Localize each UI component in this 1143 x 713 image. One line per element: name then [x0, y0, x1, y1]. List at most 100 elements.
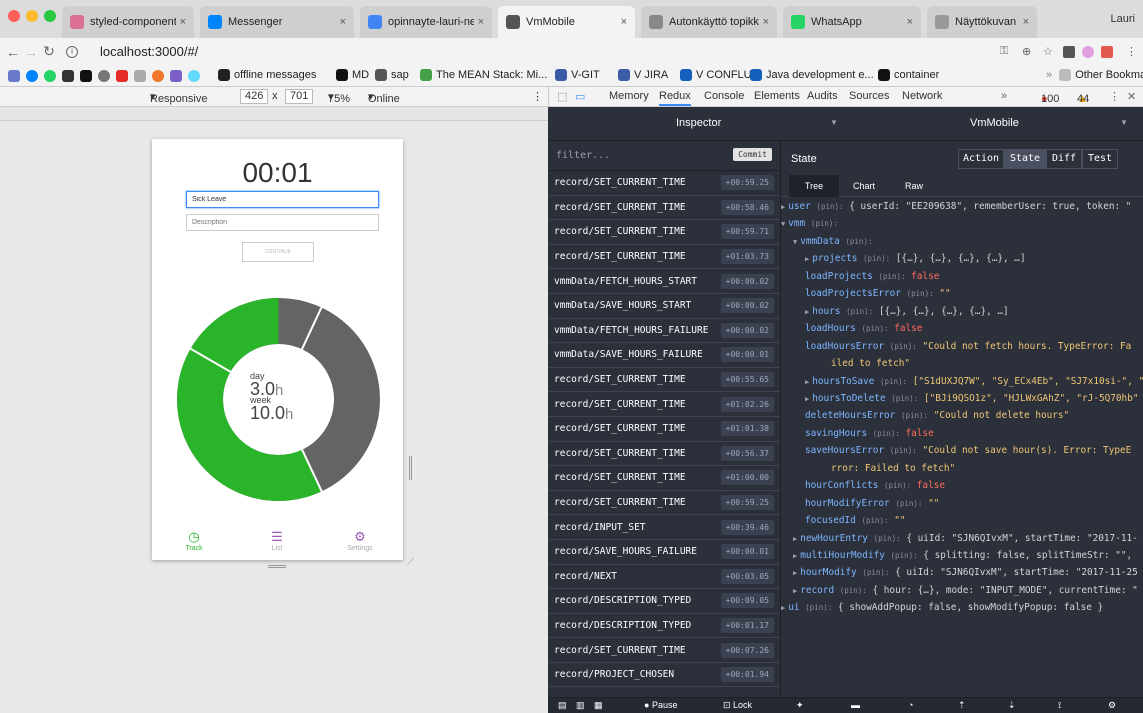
- tree-node[interactable]: ▶ newHourEntry (pin): { uiId: "SJN6QIvxM"…: [793, 533, 1138, 550]
- tree-node[interactable]: ▶ record (pin): { hour: {…}, mode: "INPUT…: [793, 585, 1138, 602]
- pin-label[interactable]: (pin):: [884, 481, 911, 490]
- bookmark-item[interactable]: sap: [375, 69, 409, 82]
- bookmark-item[interactable]: offline messages: [218, 69, 316, 82]
- resize-corner-icon[interactable]: ⟋: [407, 557, 414, 568]
- commit-button[interactable]: Commit: [733, 148, 772, 161]
- messenger-icon[interactable]: [26, 70, 38, 82]
- extension-icon-3[interactable]: [1101, 45, 1113, 58]
- devtools-tab[interactable]: Redux: [659, 90, 691, 106]
- pin-label[interactable]: (pin):: [880, 377, 907, 386]
- browser-tab[interactable]: Messenger ×: [200, 6, 354, 38]
- remote-icon[interactable]: ⟟: [1058, 700, 1061, 711]
- devtools-tab[interactable]: Elements: [754, 90, 800, 102]
- inspector-icon[interactable]: ▥: [576, 700, 585, 711]
- bookmark-item[interactable]: The MEAN Stack: Mi...: [420, 69, 547, 82]
- action-row[interactable]: record/INPUT_SET +00:39.46: [548, 515, 780, 540]
- devtools-tab[interactable]: Network: [902, 90, 942, 102]
- bookmark-item[interactable]: MD: [336, 69, 369, 82]
- other-bookmarks[interactable]: » Other Bookmarks: [1046, 69, 1143, 82]
- tree-node[interactable]: ▶ hoursToSave (pin): ["S1dUXJQ7W", "Sy_EC…: [805, 376, 1143, 393]
- info-icon[interactable]: i: [66, 45, 78, 58]
- action-row[interactable]: record/NEXT +00:03.05: [548, 565, 780, 590]
- collapsed-arrow-icon[interactable]: ▶: [793, 587, 797, 595]
- action-row[interactable]: record/SET_CURRENT_TIME +01:03.73: [548, 245, 780, 270]
- action-row[interactable]: record/DESCRIPTION_TYPED +00:01.17: [548, 614, 780, 639]
- bookmark-item[interactable]: V JIRA: [618, 69, 668, 82]
- action-row[interactable]: record/SAVE_HOURS_FAILURE +00:00.01: [548, 540, 780, 565]
- zoom-icon[interactable]: ⊕: [1022, 45, 1031, 58]
- tab-test[interactable]: Test: [1082, 149, 1118, 169]
- tree-node[interactable]: ▼ vmmData (pin):: [793, 236, 872, 253]
- settings-icon[interactable]: ⚙: [1108, 700, 1116, 711]
- action-row[interactable]: record/SET_CURRENT_TIME +00:59.71: [548, 220, 780, 245]
- pin-label[interactable]: (pin):: [907, 289, 934, 298]
- nav-settings[interactable]: ⚙ Settings: [335, 529, 385, 552]
- more-tabs-icon[interactable]: »: [1001, 90, 1007, 102]
- forward-icon[interactable]: →: [22, 44, 40, 60]
- chevron-down-icon[interactable]: ▼: [830, 118, 838, 127]
- action-row[interactable]: vmmData/SAVE_HOURS_FAILURE +00:00.01: [548, 343, 780, 368]
- collapsed-arrow-icon[interactable]: ▶: [793, 535, 797, 543]
- extension-icon-2[interactable]: [1082, 45, 1094, 58]
- action-row[interactable]: vmmData/FETCH_HOURS_START +00:00.02: [548, 269, 780, 294]
- action-row[interactable]: record/PROJECT_CHOSEN +00:01.94: [548, 663, 780, 688]
- instance-select[interactable]: VmMobile: [970, 117, 1019, 129]
- inspect-icon[interactable]: ⬚: [557, 90, 567, 103]
- collapsed-arrow-icon[interactable]: ▶: [793, 552, 797, 560]
- collapsed-arrow-icon[interactable]: ▶: [781, 203, 785, 211]
- tab-diff[interactable]: Diff: [1046, 149, 1082, 169]
- pause-button[interactable]: ● Pause: [644, 700, 677, 710]
- devtools-tab[interactable]: Memory: [609, 90, 649, 102]
- action-row[interactable]: record/DESCRIPTION_TYPED +00:09.05: [548, 589, 780, 614]
- pin-label[interactable]: (pin):: [895, 499, 922, 508]
- filter-input[interactable]: filter... Commit: [548, 141, 780, 171]
- extension-icon[interactable]: [1063, 45, 1075, 58]
- browser-tab[interactable]: opinnayte-lauri-nevan ×: [360, 6, 492, 38]
- pin-label[interactable]: (pin):: [863, 254, 890, 263]
- pin-label[interactable]: (pin):: [862, 568, 889, 577]
- nav-list[interactable]: ☰ List: [252, 529, 302, 552]
- action-row[interactable]: record/SET_CURRENT_TIME +01:02.26: [548, 392, 780, 417]
- bookmark-icon[interactable]: [134, 70, 146, 82]
- pin-label[interactable]: (pin):: [901, 411, 928, 420]
- action-row[interactable]: record/SET_CURRENT_TIME +00:56.37: [548, 442, 780, 467]
- tree-node[interactable]: ▼ vmm (pin):: [781, 218, 838, 235]
- bookmark-icon[interactable]: [170, 70, 182, 82]
- pin-label[interactable]: (pin):: [878, 272, 905, 281]
- pin-label[interactable]: (pin):: [840, 586, 867, 595]
- action-row[interactable]: vmmData/SAVE_HOURS_START +00:00.02: [548, 294, 780, 319]
- close-tab-icon[interactable]: ×: [478, 16, 484, 28]
- expanded-arrow-icon[interactable]: ▼: [793, 238, 797, 246]
- media-query-ruler[interactable]: [0, 107, 548, 121]
- close-tab-icon[interactable]: ×: [340, 16, 346, 28]
- resize-side-handle[interactable]: [409, 456, 412, 480]
- collapsed-arrow-icon[interactable]: ▶: [805, 395, 809, 403]
- expanded-arrow-icon[interactable]: ▼: [781, 220, 785, 228]
- close-tab-icon[interactable]: ×: [621, 16, 627, 28]
- browser-tab[interactable]: WhatsApp ×: [783, 6, 921, 38]
- close-tab-icon[interactable]: ×: [907, 16, 913, 28]
- pin-label[interactable]: (pin):: [874, 534, 901, 543]
- collapsed-arrow-icon[interactable]: ▶: [805, 378, 809, 386]
- chart-monitor-icon[interactable]: ▦: [594, 700, 603, 711]
- bookmark-icon[interactable]: [152, 70, 164, 82]
- pin-label[interactable]: (pin):: [890, 446, 917, 455]
- tree-node[interactable]: ▶ hours (pin): [{…}, {…}, {…}, {…}, …]: [805, 306, 1009, 323]
- task-input[interactable]: [186, 191, 379, 208]
- device-toggle-icon[interactable]: ▭: [575, 90, 585, 103]
- key-icon[interactable]: ⚿: [1000, 45, 1008, 58]
- action-row[interactable]: vmmData/FETCH_HOURS_FAILURE +00:00.02: [548, 319, 780, 344]
- pin-label[interactable]: (pin):: [846, 307, 873, 316]
- pin-label[interactable]: (pin):: [805, 603, 832, 612]
- zoom-select[interactable]: 75% ▾: [328, 90, 350, 105]
- resize-bottom-handle[interactable]: [268, 565, 286, 568]
- monitor-select[interactable]: Inspector: [676, 117, 721, 129]
- url-input[interactable]: [100, 44, 400, 59]
- description-input[interactable]: [186, 214, 379, 231]
- reload-icon[interactable]: ↻: [40, 43, 58, 60]
- zoom-window-button[interactable]: [44, 10, 56, 22]
- devtools-tab[interactable]: Console: [704, 90, 744, 102]
- bookmark-item[interactable]: Java development e...: [750, 69, 874, 82]
- timer-icon[interactable]: ◔: [908, 700, 913, 710]
- bookmark-icon[interactable]: [98, 70, 110, 82]
